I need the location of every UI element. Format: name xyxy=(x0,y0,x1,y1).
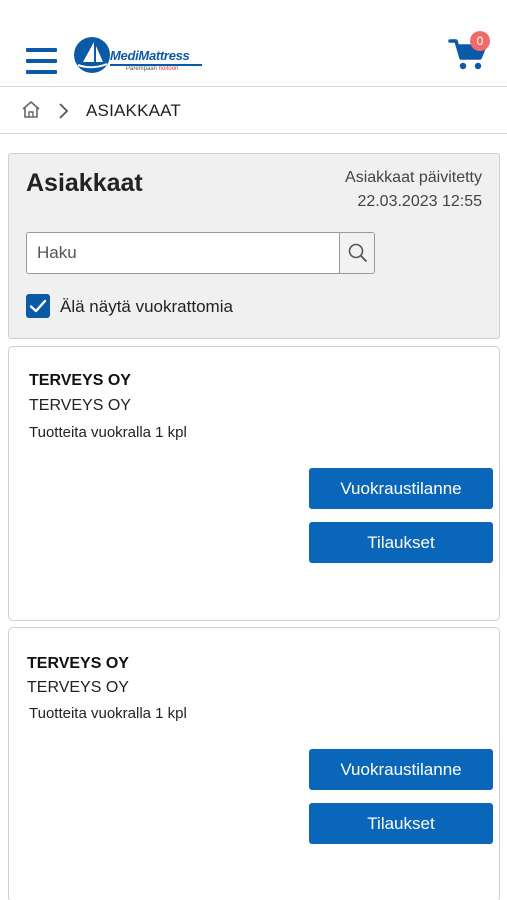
customer-card: TERVEYS OY TERVEYS OY Tuotteita vuokrall… xyxy=(8,346,500,621)
page-title: Asiakkaat xyxy=(26,169,143,197)
updated-info: Asiakkaat päivitetty 22.03.2023 12:55 xyxy=(345,166,482,214)
cart-count-badge: 0 xyxy=(470,31,490,51)
breadcrumb-current: ASIAKKAAT xyxy=(86,101,182,120)
rental-status-button[interactable]: Vuokraustilanne xyxy=(309,468,493,509)
customer-subname: TERVEYS OY xyxy=(27,679,129,696)
customer-filter-panel: Asiakkaat Asiakkaat päivitetty 22.03.202… xyxy=(8,153,500,339)
search-button[interactable] xyxy=(339,233,374,273)
customer-name: TERVEYS OY xyxy=(27,655,129,672)
hide-non-renting-label[interactable]: Älä näytä vuokrattomia xyxy=(60,297,233,317)
updated-label: Asiakkaat päivitetty xyxy=(345,169,482,186)
orders-button[interactable]: Tilaukset xyxy=(309,522,493,563)
chevron-right-icon xyxy=(58,102,70,120)
checkmark-icon xyxy=(29,299,47,313)
customer-name: TERVEYS OY xyxy=(29,372,131,389)
search-icon xyxy=(348,243,367,262)
logo[interactable]: MediMattress Parempaan hoitoon xyxy=(74,37,204,75)
customer-subname: TERVEYS OY xyxy=(29,397,131,414)
orders-button[interactable]: Tilaukset xyxy=(309,803,493,844)
breadcrumb: ASIAKKAAT xyxy=(0,87,507,134)
customer-rental-count: Tuotteita vuokralla 1 kpl xyxy=(29,424,187,441)
logo-name: MediMattress xyxy=(110,48,190,63)
updated-time: 22.03.2023 12:55 xyxy=(357,193,482,210)
logo-sail-icon xyxy=(74,37,110,73)
hide-non-renting-checkbox[interactable] xyxy=(26,294,50,318)
app-header: MediMattress Parempaan hoitoon 0 xyxy=(0,0,507,87)
customer-card: TERVEYS OY TERVEYS OY Tuotteita vuokrall… xyxy=(8,627,500,900)
menu-icon[interactable] xyxy=(26,48,57,74)
logo-tagline: Parempaan hoitoon xyxy=(126,66,179,72)
rental-status-button[interactable]: Vuokraustilanne xyxy=(309,749,493,790)
customer-rental-count: Tuotteita vuokralla 1 kpl xyxy=(29,705,187,722)
search-input[interactable] xyxy=(27,233,340,273)
search-box xyxy=(26,232,375,274)
home-icon[interactable] xyxy=(21,100,41,119)
